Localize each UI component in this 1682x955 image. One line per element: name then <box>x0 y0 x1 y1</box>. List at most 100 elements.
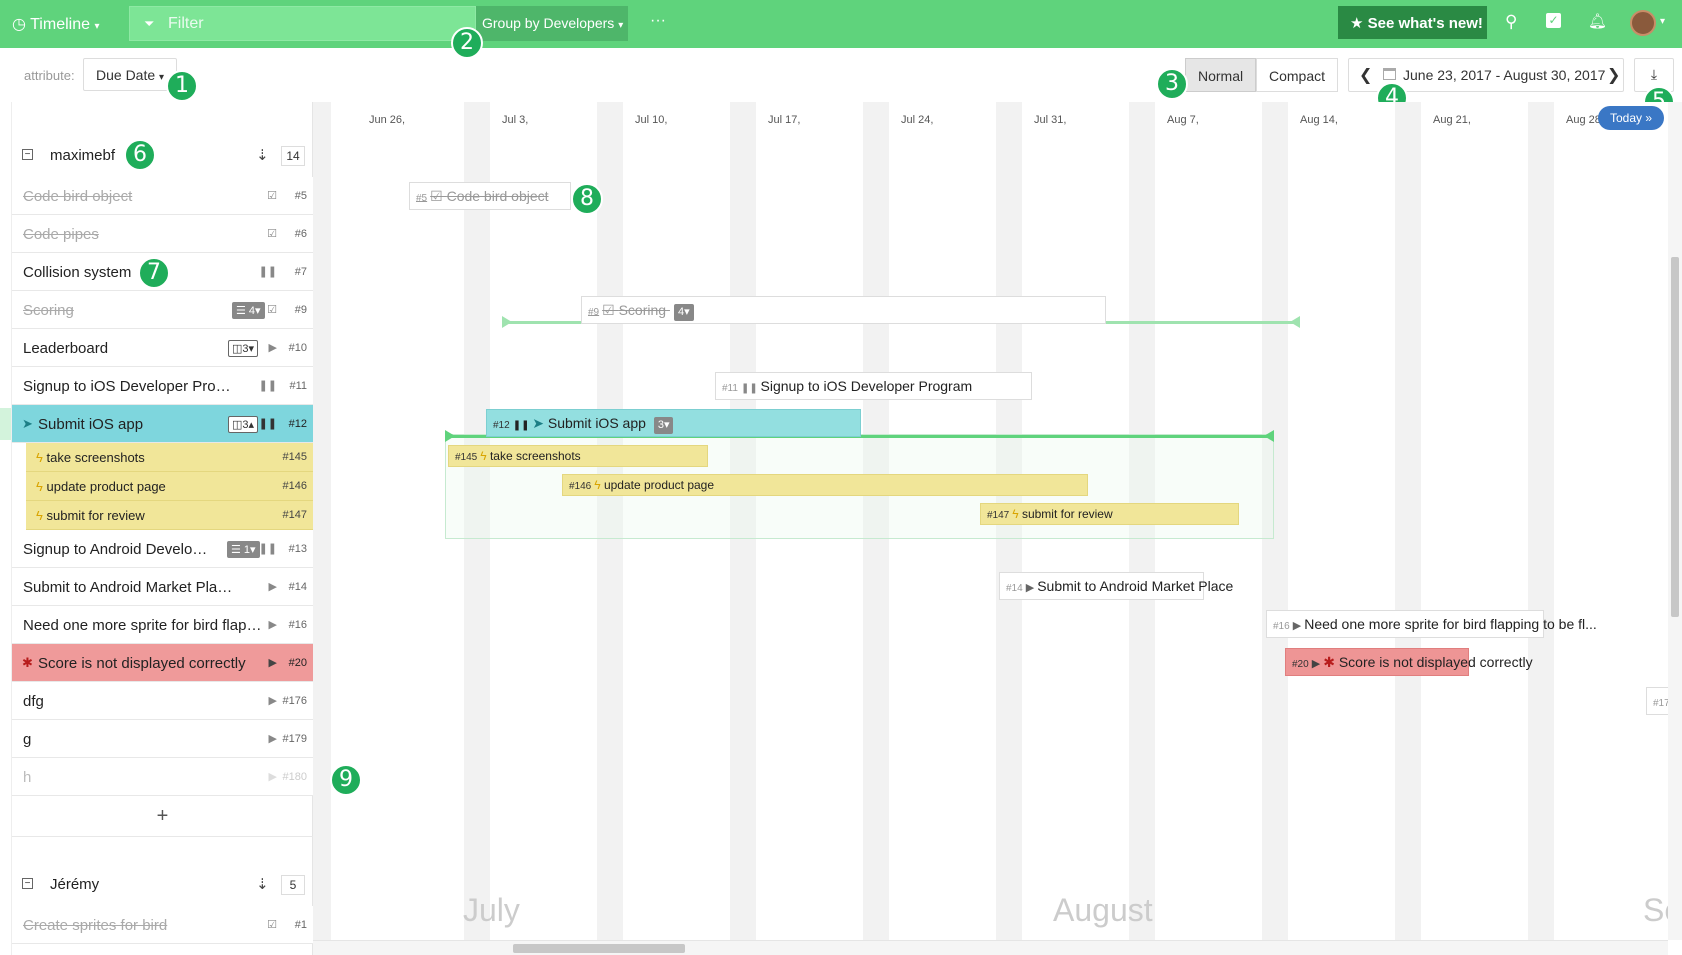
timeline-bar[interactable]: #14 ▶ Submit to Android Market Place <box>999 572 1233 600</box>
subtask-row[interactable]: ϟ take screenshots #145 <box>26 443 313 472</box>
scroll-thumb[interactable] <box>1671 257 1679 617</box>
subtask-title: ϟ submit for review <box>36 508 145 523</box>
timeline-subtask-bar[interactable]: #145 ϟ take screenshots <box>448 445 708 467</box>
play-icon: ▶ <box>268 581 277 593</box>
subtask-badge[interactable]: 4▾ <box>673 304 694 321</box>
bell-icon[interactable]: 🔔︎ <box>1588 12 1607 30</box>
range-end-icon <box>1290 316 1300 328</box>
sort-icon[interactable]: ⇣ <box>256 875 269 893</box>
add-task-button[interactable]: + <box>12 799 313 837</box>
task-number: #10 <box>288 342 307 354</box>
timeline-bar[interactable]: #17 <box>1646 687 1668 715</box>
task-row[interactable]: Need one more sprite for bird flapping t… <box>12 606 313 644</box>
timeline-subtask-bar[interactable]: #146 ϟ update product page <box>562 474 1088 496</box>
task-number: #176 <box>282 695 307 707</box>
chevron-right-icon[interactable]: ❯ <box>1607 65 1620 85</box>
subtask-badge[interactable]: ◫3▴ <box>228 416 259 433</box>
marker-6: 6 <box>124 139 156 171</box>
range-start-icon <box>445 430 455 442</box>
task-title: Signup to Android Developer Program <box>23 541 213 558</box>
subtask-badge[interactable]: ☰ 1▾ <box>227 541 260 558</box>
task-row[interactable]: dfg ▶ #176 <box>12 682 313 720</box>
row-accent <box>0 408 11 440</box>
chevron-left-icon[interactable]: ❮ <box>1359 65 1372 85</box>
subtask-count: 4 <box>248 305 256 317</box>
subtask-badge[interactable]: ◫3▾ <box>228 340 259 357</box>
filter-box[interactable]: ⏷ <box>129 6 476 41</box>
subtask-row[interactable]: ϟ update product page #146 <box>26 472 313 501</box>
timeline-canvas[interactable]: Jun 26, Jul 3, Jul 10, Jul 17, Jul 24, J… <box>313 102 1668 940</box>
week-label: Jul 24, <box>901 114 934 126</box>
task-title: Scoring <box>23 302 74 319</box>
timeline-bar-selected[interactable]: #12 ❚❚ ➤ Submit iOS app 3▾ <box>486 409 861 437</box>
subtask-row[interactable]: ϟ submit for review #147 <box>26 501 313 530</box>
week-label: Jul 10, <box>635 114 668 126</box>
bar-title: update product page <box>603 478 715 492</box>
caret-down-icon: ▾ <box>618 20 624 31</box>
task-row[interactable]: Scoring ☰ 4▾ ☑ #9 <box>12 291 313 329</box>
rocket-icon: ➤ <box>22 416 33 431</box>
task-number: #12 <box>288 418 307 430</box>
task-row[interactable]: Code bird object ☑ #5 <box>12 177 313 215</box>
timeline-bar[interactable]: #11 ❚❚ Signup to iOS Developer Program <box>715 372 1032 400</box>
marker-2: 2 <box>451 27 483 59</box>
task-row[interactable]: Signup to iOS Developer Program ❚❚ #11 <box>12 367 313 405</box>
checkbox-icon[interactable]: ✓ <box>1546 13 1561 28</box>
task-row[interactable]: Create sprites for bird ☑ #1 <box>12 906 313 944</box>
caret-down-icon[interactable]: ▾ <box>1660 16 1665 27</box>
timeline-bar[interactable]: #9 ☑ Scoring 4▾ <box>581 296 1106 324</box>
pause-icon: ❚❚ <box>258 543 277 555</box>
subtask-number: #145 <box>282 451 307 463</box>
task-row-bug[interactable]: ✱ Score is not displayed correctly ▶ #20 <box>12 644 313 682</box>
collapse-icon[interactable]: − <box>22 878 33 889</box>
range-start-icon <box>502 316 512 328</box>
bar-title: Signup to iOS Developer Program <box>760 378 973 394</box>
timeline-subtask-bar[interactable]: #147 ϟ submit for review <box>980 503 1239 525</box>
collapse-icon[interactable]: − <box>22 149 33 160</box>
task-title: Score is not displayed correctly <box>38 655 246 672</box>
avatar[interactable] <box>1630 10 1656 36</box>
scroll-thumb[interactable] <box>513 944 685 953</box>
subtask-count: 4 <box>677 306 685 318</box>
timeline-bar[interactable]: #5 ☑ Code bird object <box>409 182 571 210</box>
task-row[interactable]: Leaderboard ◫3▾ ▶ #10 <box>12 329 313 367</box>
compact-view-button[interactable]: Compact <box>1256 58 1338 92</box>
today-button[interactable]: Today » <box>1598 106 1664 130</box>
view-switcher[interactable]: ◷ Timeline ▾ <box>12 14 99 34</box>
filter-input[interactable] <box>168 11 468 36</box>
task-row[interactable]: g ▶ #179 <box>12 720 313 758</box>
task-title: g <box>23 731 32 748</box>
subtask-badge[interactable]: 3▾ <box>653 417 674 434</box>
bar-title: Code bird object <box>446 188 549 204</box>
pause-icon: ❚❚ <box>512 420 533 431</box>
group-by-dropdown[interactable]: Group by Developers ▾ <box>476 6 628 41</box>
week-label: Jul 31, <box>1034 114 1067 126</box>
task-row-selected[interactable]: Submit iOS app ➤ ◫3▴ ❚❚ #12 <box>12 405 313 443</box>
task-row[interactable]: Submit to Android Market Place ▶ #14 <box>12 568 313 606</box>
week-label: Aug 21, <box>1433 114 1471 126</box>
horizontal-scrollbar[interactable] <box>313 940 1668 955</box>
task-number: #16 <box>288 619 307 631</box>
rocket-icon: ➤ <box>532 415 548 431</box>
subtask-badge[interactable]: ☰ 4▾ <box>232 302 265 319</box>
star-icon: ★ <box>1350 15 1364 32</box>
more-options-button[interactable]: ··· <box>650 12 666 30</box>
timeline-bar[interactable]: #16 ▶ Need one more sprite for bird flapp… <box>1266 610 1597 638</box>
bar-title: Score is not displayed correctly <box>1338 654 1533 670</box>
task-row[interactable]: h ▶ #180 <box>12 758 313 796</box>
sort-icon[interactable]: ⇣ <box>256 146 269 164</box>
attribute-dropdown[interactable]: Due Date ▾ <box>83 58 177 91</box>
date-range-text: June 23, 2017 - August 30, 2017 <box>1403 67 1606 83</box>
task-title: Submit iOS app <box>38 416 144 433</box>
vertical-scrollbar[interactable] <box>1668 102 1682 940</box>
search-icon[interactable]: ⚲ <box>1505 12 1517 32</box>
play-icon: ▶ <box>268 342 277 354</box>
normal-view-button[interactable]: Normal <box>1185 58 1256 92</box>
play-icon: ▶ <box>1025 582 1038 594</box>
timeline-bar-bug[interactable]: #20 ▶ ✱ Score is not displayed correctly <box>1285 648 1533 676</box>
whats-new-button[interactable]: ★ See what's new! <box>1338 6 1487 39</box>
week-label: Jun 26, <box>369 114 406 126</box>
task-row[interactable]: Signup to Android Developer Program ☰ 1▾… <box>12 530 313 568</box>
play-icon: ▶ <box>268 733 277 745</box>
task-row[interactable]: Code pipes ☑ #6 <box>12 215 313 253</box>
